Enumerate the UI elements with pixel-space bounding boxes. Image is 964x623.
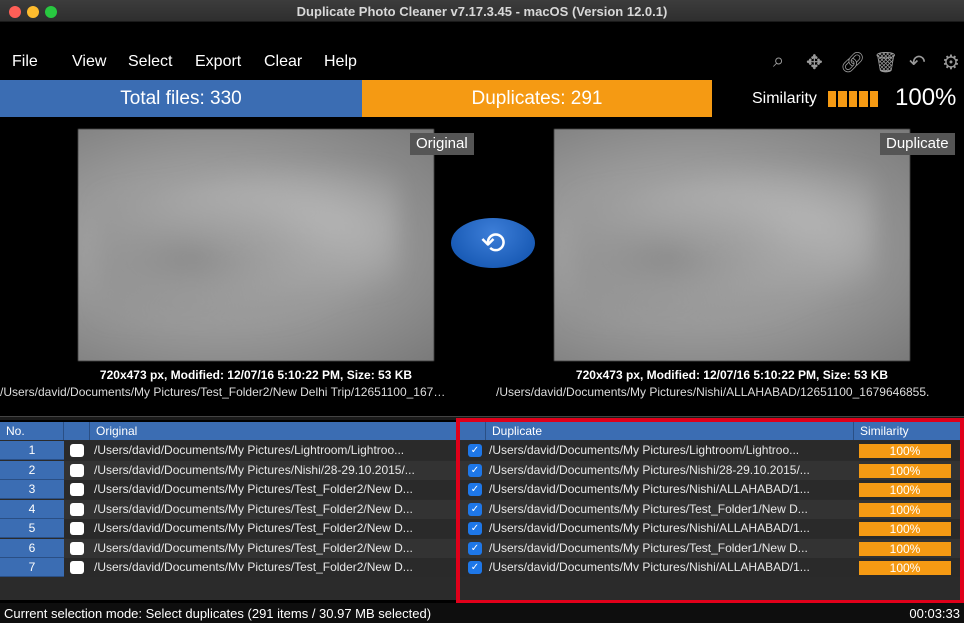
table-row[interactable]: 4/Users/david/Documents/My Pictures/Test…	[0, 499, 964, 519]
total-files-label: Total files: 330	[0, 80, 362, 117]
menu-help[interactable]: Help	[324, 53, 357, 71]
duplicate-path-cell: /Users/david/Documents/My Pictures/Test_…	[489, 540, 808, 555]
gear-icon[interactable]: ⚙︎	[942, 50, 960, 75]
original-checkbox[interactable]	[70, 561, 84, 574]
duplicate-checkbox[interactable]: ✓	[468, 463, 482, 477]
original-path-cell: /Users/david/Documents/My Pictures/Test_…	[94, 521, 413, 535]
duplicate-path-cell: /Users/david/Documents/My Pictures/Nishi…	[489, 462, 810, 477]
undo-icon[interactable]: ↶	[909, 50, 926, 75]
similarity-badge: 100%	[859, 444, 951, 458]
original-path-cell: /Users/david/Documents/My Pictures/Nishi…	[94, 462, 415, 477]
row-number: 3	[0, 480, 64, 499]
original-image[interactable]	[78, 129, 434, 361]
header-check-duplicate[interactable]	[460, 422, 486, 440]
table-row[interactable]: 6/Users/david/Documents/My Pictures/Test…	[0, 538, 964, 558]
table-row[interactable]: 2/Users/david/Documents/My Pictures/Nish…	[0, 460, 964, 480]
duplicate-info: 720x473 px, Modified: 12/07/16 5:10:22 P…	[575, 368, 889, 382]
duplicate-tag: Duplicate	[880, 133, 955, 155]
similarity-badge: 100%	[859, 522, 951, 536]
menu-view[interactable]: View	[72, 53, 106, 71]
original-checkbox[interactable]	[70, 541, 84, 555]
original-path-cell: /Users/david/Documents/My Pictures/Test_…	[94, 501, 413, 516]
row-number: 7	[0, 558, 64, 577]
results-table: No. Original Duplicate Similarity 1/User…	[0, 422, 964, 600]
duplicate-checkbox[interactable]: ✓	[468, 483, 482, 496]
original-path: /Users/david/Documents/My Pictures/Test_…	[0, 385, 446, 399]
original-info: 720x473 px, Modified: 12/07/16 5:10:22 P…	[99, 368, 413, 382]
duplicates-label: Duplicates: 291	[362, 80, 712, 117]
similarity-bar	[859, 91, 868, 107]
header-check-original[interactable]	[64, 422, 90, 440]
similarity-label: Similarity	[752, 90, 817, 107]
similarity-value: 100%	[895, 84, 957, 111]
duplicate-path-cell: /Users/david/Documents/My Pictures/Nishi…	[489, 521, 810, 535]
duplicate-path: /Users/david/Documents/My Pictures/Nishi…	[496, 385, 930, 399]
menu-bar: File View Select Export Clear Help ⌕ ✥ 🔗…	[0, 44, 964, 80]
duplicate-checkbox[interactable]: ✓	[468, 522, 482, 535]
duplicate-path-cell: /Users/david/Documents/My Pictures/Light…	[489, 443, 800, 457]
swap-button[interactable]: ⟲	[451, 218, 535, 268]
similarity-badge: 100%	[859, 502, 951, 517]
duplicate-checkbox[interactable]: ✓	[468, 541, 482, 555]
original-path-cell: /Users/david/Documents/My Pictures/Light…	[94, 443, 405, 457]
original-path-cell: /Users/david/Documents/Mv Pictures/Test_…	[94, 560, 413, 574]
move-icon[interactable]: ✥	[806, 50, 823, 75]
table-row[interactable]: 7/Users/david/Documents/Mv Pictures/Test…	[0, 558, 964, 577]
header-original[interactable]: Original	[90, 422, 460, 440]
swap-icon: ⟲	[480, 226, 506, 260]
preview-pane: Original ⟲ Duplicate 720x473 px, Modifie…	[0, 117, 964, 417]
row-number: 6	[0, 538, 64, 558]
duplicate-image[interactable]	[554, 129, 910, 361]
header-duplicate[interactable]: Duplicate	[486, 422, 854, 440]
duplicate-path-cell: /Users/david/Documents/My Pictures/Test_…	[489, 501, 808, 516]
original-tag: Original	[410, 133, 474, 155]
similarity-bar	[848, 91, 858, 107]
elapsed-time: 00:03:33	[909, 606, 960, 621]
original-checkbox[interactable]	[70, 502, 84, 516]
original-checkbox[interactable]	[70, 444, 84, 457]
selection-status: Current selection mode: Select duplicate…	[4, 606, 432, 621]
row-number: 5	[0, 519, 64, 538]
row-number: 1	[0, 441, 64, 460]
similarity-meter	[828, 91, 879, 107]
duplicate-checkbox[interactable]: ✓	[468, 502, 482, 516]
row-number: 4	[0, 499, 64, 519]
menu-export[interactable]: Export	[195, 53, 241, 71]
duplicate-checkbox[interactable]: ✓	[468, 561, 482, 574]
similarity-bar	[828, 91, 837, 107]
similarity-panel: Similarity 100%	[712, 80, 964, 117]
original-checkbox[interactable]	[70, 463, 84, 477]
search-icon[interactable]: ⌕	[773, 50, 784, 73]
duplicate-path-cell: /Users/david/Documents/My Pictures/Nishi…	[489, 482, 810, 496]
title-bar: Duplicate Photo Cleaner v7.17.3.45 - mac…	[0, 0, 964, 22]
original-checkbox[interactable]	[70, 522, 84, 535]
similarity-badge: 100%	[859, 561, 951, 575]
stats-bar: Total files: 330 Duplicates: 291 Similar…	[0, 80, 964, 117]
menu-select[interactable]: Select	[128, 53, 172, 71]
duplicate-path-cell: /Users/david/Documents/Mv Pictures/Nishi…	[489, 560, 810, 574]
header-similarity[interactable]: Similarity	[854, 422, 964, 440]
original-path-cell: /Users/david/Documents/My Pictures/Test_…	[94, 482, 413, 496]
trash-icon[interactable]: 🗑︎	[873, 50, 898, 75]
similarity-bar	[869, 91, 879, 107]
similarity-badge: 100%	[859, 483, 951, 497]
menu-file[interactable]: File	[12, 53, 38, 71]
similarity-badge: 100%	[859, 541, 951, 556]
table-row[interactable]: 3/Users/david/Documents/My Pictures/Test…	[0, 480, 964, 499]
header-no[interactable]: No.	[0, 422, 64, 440]
similarity-badge: 100%	[859, 463, 951, 478]
row-number: 2	[0, 460, 64, 480]
similarity-bar	[838, 91, 847, 107]
duplicate-checkbox[interactable]: ✓	[468, 444, 482, 457]
splitter[interactable]	[0, 416, 964, 420]
original-path-cell: /Users/david/Documents/My Pictures/Test_…	[94, 540, 413, 555]
menu-clear[interactable]: Clear	[264, 53, 302, 71]
status-bar: Current selection mode: Select duplicate…	[0, 603, 964, 623]
table-row[interactable]: 1/Users/david/Documents/My Pictures/Ligh…	[0, 441, 964, 460]
original-checkbox[interactable]	[70, 483, 84, 496]
link-icon[interactable]: 🔗︎	[840, 50, 865, 75]
table-row[interactable]: 5/Users/david/Documents/My Pictures/Test…	[0, 519, 964, 538]
window-title: Duplicate Photo Cleaner v7.17.3.45 - mac…	[296, 4, 668, 19]
